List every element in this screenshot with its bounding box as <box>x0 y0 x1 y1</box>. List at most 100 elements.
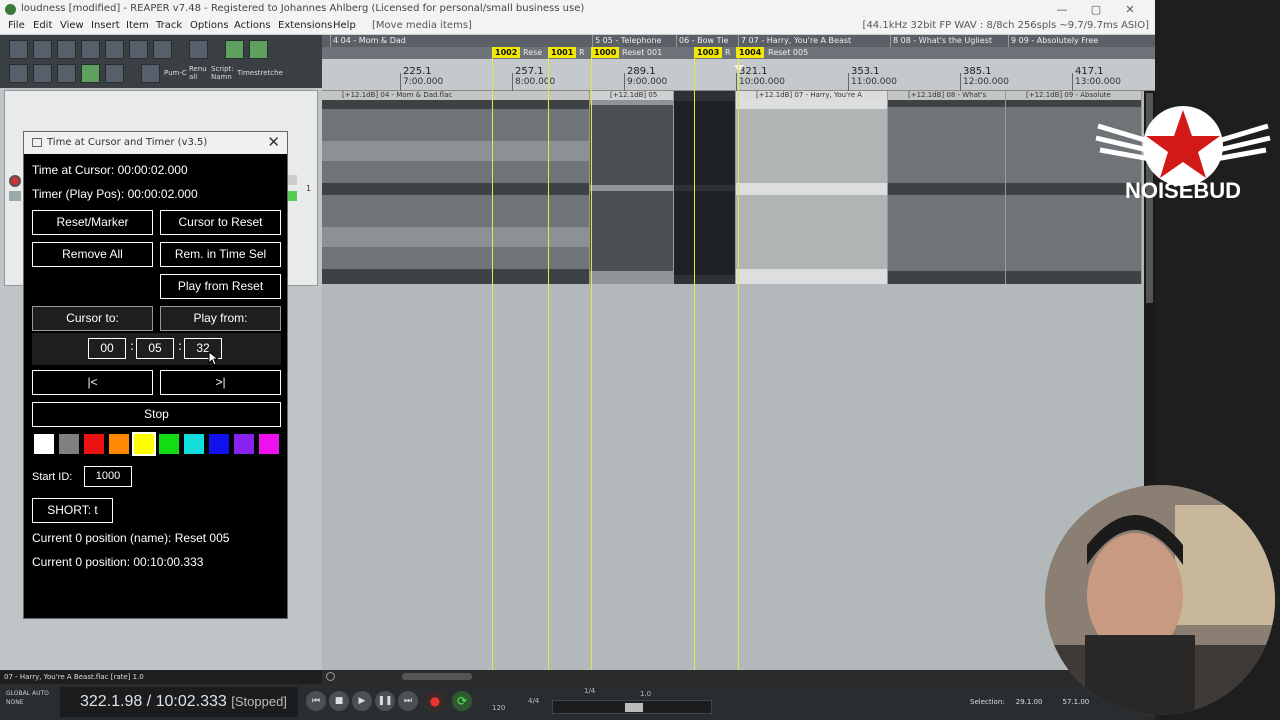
color-swatch-cyan[interactable] <box>184 434 204 454</box>
color-swatch-red[interactable] <box>84 434 104 454</box>
track-lane[interactable]: [+12.1dB] 04 - Mom & Dad.flac [+12.1dB] … <box>322 91 1142 284</box>
menu-view[interactable]: View <box>60 20 84 31</box>
color-swatch-purple[interactable] <box>234 434 254 454</box>
zoom-icon[interactable] <box>326 672 335 681</box>
playrate-slider[interactable] <box>552 700 712 714</box>
region-04[interactable]: 4 04 - Mom & Dad <box>330 35 588 47</box>
stop-button[interactable]: Stop <box>32 402 281 427</box>
color-swatch-gray[interactable] <box>59 434 79 454</box>
media-item-06[interactable] <box>674 91 736 284</box>
color-swatch-white[interactable] <box>34 434 54 454</box>
marker-1002[interactable]: 1002 <box>492 47 521 58</box>
time-signature[interactable]: 4/4 <box>528 697 539 705</box>
region-07[interactable]: 7 07 - Harry, You're A Beast <box>738 35 890 47</box>
marker-1000[interactable]: 1000 <box>591 47 620 58</box>
trim-tool-icon[interactable] <box>141 64 160 83</box>
menu-insert[interactable]: Insert <box>91 20 120 31</box>
arrange-view[interactable]: 4 04 - Mom & Dad 5 05 - Telephone 06 - B… <box>322 35 1155 670</box>
go-to-end-icon[interactable]: ⏭ <box>398 691 418 711</box>
previous-button[interactable]: |< <box>32 370 153 395</box>
grid-view-icon[interactable] <box>57 64 76 83</box>
snap-toggle-icon[interactable] <box>225 40 244 59</box>
track-env-icon[interactable] <box>287 191 297 201</box>
open-project-icon[interactable] <box>33 40 52 59</box>
edit-cursor-icon[interactable] <box>734 65 744 72</box>
region-08[interactable]: 8 08 - What's the Ugliest <box>890 35 1008 47</box>
close-window-button[interactable]: ✕ <box>1113 0 1147 19</box>
minimize-button[interactable]: — <box>1045 0 1079 19</box>
marker-1001[interactable]: 1001 <box>548 47 577 58</box>
maximize-button[interactable]: ▢ <box>1079 0 1113 19</box>
redo-icon[interactable] <box>129 40 148 59</box>
go-to-start-icon[interactable]: ⏮ <box>306 691 326 711</box>
audio-format-status[interactable]: [44.1kHz 32bit FP WAV : 8/8ch 256spls ~9… <box>863 20 1149 31</box>
save-project-icon[interactable] <box>57 40 76 59</box>
hours-input[interactable]: 00 <box>88 338 126 359</box>
play-from-reset-button[interactable]: Play from Reset <box>160 274 281 299</box>
scrollbar-thumb[interactable] <box>402 673 472 680</box>
close-icon[interactable]: ✕ <box>267 133 280 151</box>
minutes-input[interactable]: 05 <box>136 338 174 359</box>
track-io-icon[interactable] <box>9 191 21 201</box>
repeat-icon[interactable]: ⟳ <box>452 691 472 711</box>
color-swatch-orange[interactable] <box>109 434 129 454</box>
lock-icon[interactable] <box>105 64 124 83</box>
cursor-to-reset-button[interactable]: Cursor to Reset <box>160 210 281 235</box>
marker-1003[interactable]: 1003 <box>694 47 723 58</box>
pause-icon[interactable]: ❚❚ <box>375 691 395 711</box>
record-icon[interactable]: ● <box>425 691 445 711</box>
play-from-button[interactable]: Play from: <box>160 306 281 331</box>
mixer-icon[interactable] <box>9 64 28 83</box>
short-toggle-button[interactable]: SHORT: t <box>32 498 113 523</box>
dialog-titlebar[interactable]: Time at Cursor and Timer (v3.5) ✕ <box>24 132 287 154</box>
toolbar-label-timestretch[interactable]: Timestretche <box>237 69 283 77</box>
reset-marker-button[interactable]: Reset/Marker <box>32 210 153 235</box>
menu-edit[interactable]: Edit <box>33 20 52 31</box>
marker-1004[interactable]: 1004 <box>736 47 765 58</box>
menu-track[interactable]: Track <box>156 20 182 31</box>
media-item-08[interactable]: [+12.1dB] 08 - What's <box>888 91 1006 284</box>
new-project-icon[interactable] <box>9 40 28 59</box>
slider-thumb[interactable] <box>625 703 643 712</box>
menu-file[interactable]: File <box>8 20 25 31</box>
menu-item[interactable]: Item <box>126 20 149 31</box>
undo-icon[interactable] <box>105 40 124 59</box>
region-09[interactable]: 9 09 - Absolutely Free <box>1008 35 1155 47</box>
toolbar-label-pumc[interactable]: Pum-C <box>164 69 187 77</box>
media-item-04[interactable]: [+12.1dB] 04 - Mom & Dad.flac <box>322 91 590 284</box>
envelope-icon[interactable] <box>33 64 52 83</box>
color-swatch-blue[interactable] <box>209 434 229 454</box>
track-fx-icon[interactable] <box>287 175 297 185</box>
cursor-to-button[interactable]: Cursor to: <box>32 306 153 331</box>
remove-all-button[interactable]: Remove All <box>32 242 153 267</box>
time-display[interactable]: 322.1.98 / 10:02.333 [Stopped] <box>60 687 298 717</box>
project-settings-icon[interactable] <box>81 40 100 59</box>
menu-extensions[interactable]: Extensions <box>278 20 332 31</box>
color-swatch-magenta[interactable] <box>259 434 279 454</box>
menu-actions[interactable]: Actions <box>234 20 271 31</box>
play-icon[interactable]: ▶ <box>352 691 372 711</box>
toolbar-label-renumber[interactable]: Renu all <box>189 65 207 81</box>
global-automation[interactable]: GLOBAL AUTO NONE <box>6 689 49 707</box>
media-item-05[interactable]: [+12.1dB] 05 <box>590 91 674 284</box>
grid-toggle-icon[interactable] <box>189 40 208 59</box>
horizontal-scrollbar[interactable] <box>322 670 1080 684</box>
ripple-edit-icon[interactable] <box>249 40 268 59</box>
metronome-icon[interactable] <box>153 40 172 59</box>
region-06[interactable]: 06 - Bow Tie <box>676 35 738 47</box>
menu-help[interactable]: Help <box>333 20 356 31</box>
menu-options[interactable]: Options <box>190 20 229 31</box>
stop-icon[interactable]: ■ <box>329 691 349 711</box>
start-id-input[interactable]: 1000 <box>84 466 132 487</box>
color-swatch-green[interactable] <box>159 434 179 454</box>
record-arm-icon[interactable] <box>9 175 21 187</box>
region-05[interactable]: 5 05 - Telephone <box>592 35 676 47</box>
toolbar-label-script[interactable]: Script: Namn <box>211 65 234 81</box>
loop-icon[interactable] <box>81 64 100 83</box>
remove-in-time-sel-button[interactable]: Rem. in Time Sel <box>160 242 281 267</box>
bpm-readout[interactable]: 120 <box>492 704 505 712</box>
color-swatch-yellow[interactable] <box>132 432 156 456</box>
media-item-07[interactable]: [+12.1dB] 07 - Harry, You're A <box>736 91 888 284</box>
selection-display[interactable]: Selection: 29.1.00 57.1.00 <box>970 698 1089 706</box>
next-button[interactable]: >| <box>160 370 281 395</box>
